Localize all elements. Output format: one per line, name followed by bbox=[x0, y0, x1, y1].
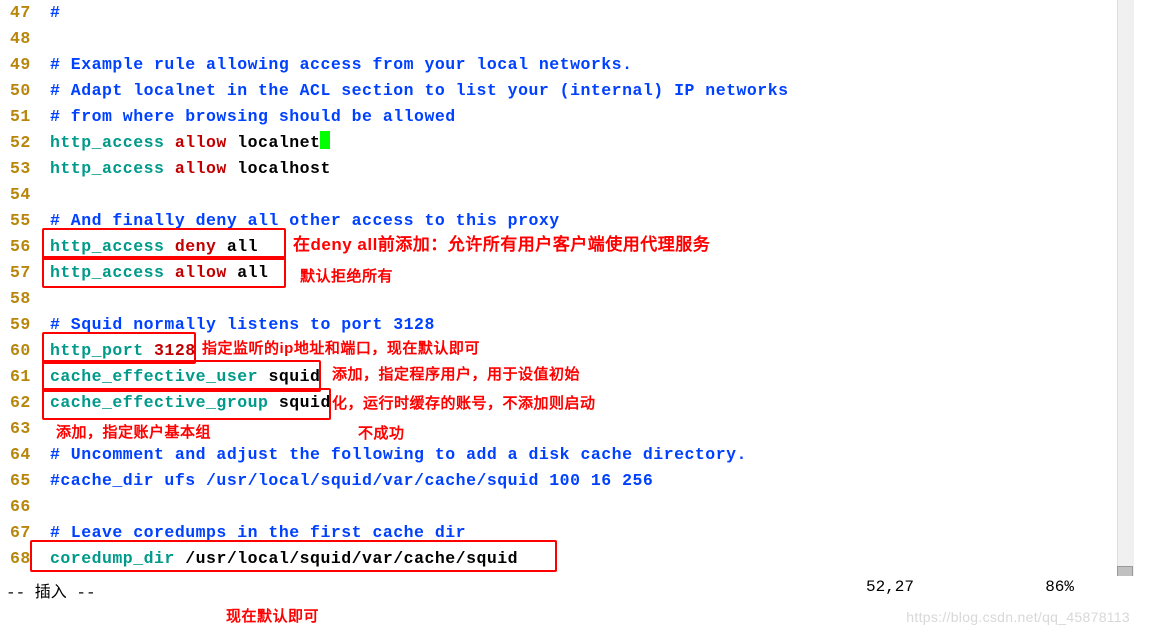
vim-editor[interactable]: 47# 48 49# Example rule allowing access … bbox=[0, 0, 1134, 600]
code-line: 65#cache_dir ufs /usr/local/squid/var/ca… bbox=[0, 468, 1134, 494]
code-line: 51# from where browsing should be allowe… bbox=[0, 104, 1134, 130]
highlight-box-eff-group bbox=[42, 388, 331, 420]
code-line: 53http_access allow localhost bbox=[0, 156, 1134, 182]
annotation: 添加，指定账户基本组 bbox=[56, 420, 211, 446]
vim-percent: 86% bbox=[1045, 578, 1074, 596]
vim-status-line: -- 插入 -- 52,27 86% bbox=[0, 576, 1134, 602]
code-line: 47# bbox=[0, 0, 1134, 26]
annotation: 默认拒绝所有 bbox=[300, 264, 393, 290]
annotation: 在deny all前添加：允许所有用户客户端使用代理服务 bbox=[293, 232, 710, 258]
highlight-box-allow-all bbox=[42, 256, 286, 288]
annotation: 现在默认即可 bbox=[226, 604, 319, 630]
code-line: 54 bbox=[0, 182, 1134, 208]
highlight-box-coredump bbox=[30, 540, 557, 572]
code-line: 66 bbox=[0, 494, 1134, 520]
annotation: 化，运行时缓存的账号，不添加则启动 bbox=[332, 391, 596, 417]
vim-position: 52,27 bbox=[866, 578, 914, 596]
annotation: 添加，指定程序用户，用于设值初始 bbox=[332, 362, 580, 388]
code-line: 58 bbox=[0, 286, 1134, 312]
watermark: https://blog.csdn.net/qq_45878113 bbox=[906, 609, 1130, 625]
code-line: 48 bbox=[0, 26, 1134, 52]
annotation: 不成功 bbox=[358, 421, 405, 447]
code-line: 50# Adapt localnet in the ACL section to… bbox=[0, 78, 1134, 104]
annotation: 指定监听的ip地址和端口，现在默认即可 bbox=[202, 336, 480, 362]
code-line: 52http_access allow localnet bbox=[0, 130, 1134, 156]
cursor bbox=[320, 131, 330, 149]
scrollbar-gutter[interactable] bbox=[1117, 0, 1134, 600]
vim-mode: -- 插入 -- bbox=[6, 578, 96, 602]
code-line: 49# Example rule allowing access from yo… bbox=[0, 52, 1134, 78]
